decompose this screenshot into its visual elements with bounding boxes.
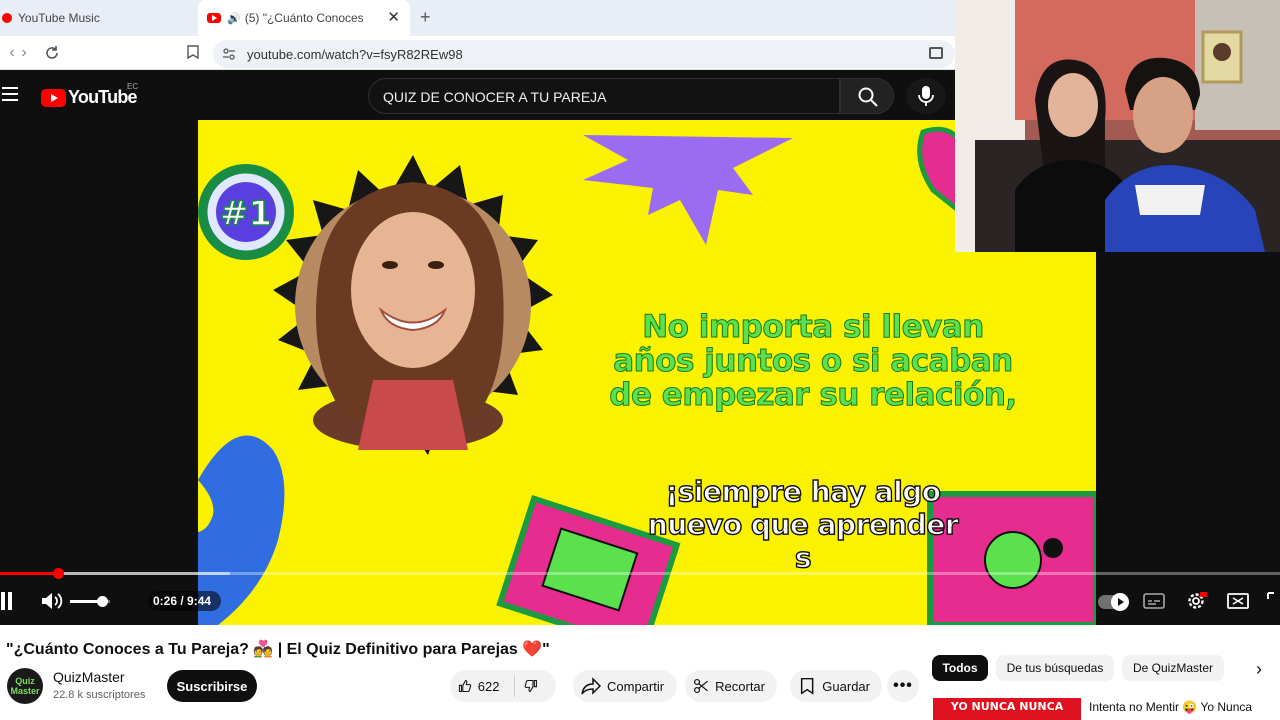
share-button[interactable]: Compartir [573, 670, 677, 702]
thumbnail-text: YO NUNCA NUNCA [950, 700, 1064, 713]
save-bookmark-icon [800, 677, 814, 695]
like-divider [513, 675, 515, 697]
like-icon[interactable] [458, 676, 472, 696]
tab-title: (5) "¿Cuánto Conoces a Tu Pa [244, 11, 363, 25]
chip-todos[interactable]: Todos [932, 655, 988, 681]
search-input[interactable]: QUIZ DE CONOCER A TU PAREJA [368, 78, 840, 114]
tab-title: YouTube Music [18, 11, 100, 25]
like-dislike-group: 622 [450, 670, 556, 702]
badge-number: #1 [220, 194, 272, 234]
youtube-music-icon [2, 13, 12, 23]
dislike-icon[interactable] [524, 676, 538, 696]
autoplay-toggle[interactable] [1098, 593, 1129, 611]
video-caption-main: No importa si llevan años juntos o si ac… [609, 309, 1018, 413]
channel-name[interactable]: QuizMaster [53, 669, 125, 685]
tab-youtube-music[interactable]: YouTube Music [0, 0, 196, 36]
pause-button[interactable] [0, 592, 14, 610]
audio-playing-icon[interactable]: 🔊 [227, 12, 241, 25]
miniplayer-icon[interactable] [1227, 591, 1249, 611]
volume-handle[interactable] [97, 596, 108, 607]
tab-current-video[interactable]: 🔊 (5) "¿Cuánto Conoces a Tu Pa ✕ [198, 0, 410, 36]
scissors-icon [694, 678, 708, 694]
address-bar[interactable]: youtube.com/watch?v=fsyR82REw98 [213, 40, 955, 68]
more-actions-button[interactable]: ••• [887, 670, 919, 702]
url-text: youtube.com/watch?v=fsyR82REw98 [247, 47, 463, 62]
chip-de-quizmaster[interactable]: De QuizMaster [1122, 655, 1224, 681]
settings-gear-icon[interactable] [1185, 591, 1207, 611]
youtube-logo[interactable]: YouTube EC [41, 82, 138, 108]
menu-icon[interactable] [2, 87, 18, 101]
scrubber-handle[interactable] [52, 568, 64, 579]
cast-icon[interactable] [929, 47, 943, 59]
subscribe-button[interactable]: Suscribirse [167, 670, 257, 702]
search-button[interactable] [840, 78, 894, 114]
channel-avatar[interactable]: Quiz Master [7, 668, 43, 704]
volume-icon[interactable] [40, 591, 64, 611]
video-caption-sub: ¡siempre hay algo nuevo que aprender s [647, 474, 959, 574]
subscriber-count: 22.8 k suscriptores [53, 689, 146, 701]
time-display: 0:26 / 9:44 [148, 591, 222, 611]
voice-search-button[interactable] [906, 78, 946, 114]
recommended-video-thumbnail[interactable]: YO NUNCA NUNCA [933, 698, 1081, 720]
video-title: "¿Cuánto Conoces a Tu Pareja? 💑 | El Qui… [6, 641, 550, 658]
search-icon [858, 87, 878, 107]
clip-label: Recortar [715, 678, 765, 694]
chevron-right-icon[interactable]: › [1256, 659, 1262, 680]
subtitles-icon[interactable] [1143, 591, 1165, 611]
youtube-favicon-icon [207, 13, 221, 23]
like-count[interactable]: 622 [478, 679, 500, 694]
played-bar [0, 572, 58, 575]
save-button[interactable]: Guardar [790, 670, 882, 702]
clip-button[interactable]: Recortar [685, 670, 777, 702]
new-tab-button[interactable]: + [420, 8, 431, 26]
search-query: QUIZ DE CONOCER A TU PAREJA [383, 89, 607, 105]
fullscreen-icon[interactable] [1266, 591, 1280, 611]
recommended-video-title[interactable]: Intenta no Mentir 😜 Yo Nunca [1089, 700, 1252, 714]
country-code: EC [127, 82, 139, 91]
youtube-play-icon [41, 88, 66, 107]
webcam-feed [955, 0, 1280, 252]
video-progress-bar[interactable] [0, 568, 1280, 579]
youtube-header: YouTube EC QUIZ DE CONOCER A TU PAREJA [0, 70, 955, 120]
browser-toolbar: ‹ › youtube.com/watch?v=fsyR82REw98 [0, 36, 955, 70]
webcam-overlay [955, 0, 1280, 252]
bookmark-icon[interactable] [187, 45, 199, 59]
forward-icon[interactable]: › [14, 43, 34, 63]
site-info-icon[interactable] [221, 46, 237, 62]
volume-slider[interactable] [70, 596, 110, 607]
microphone-icon [918, 86, 934, 106]
reload-icon[interactable] [42, 45, 62, 61]
autoplay-icon [1111, 593, 1129, 611]
share-label: Compartir [607, 678, 665, 694]
chip-de-tus-busquedas[interactable]: De tus búsquedas [996, 655, 1114, 681]
player-controls: 0:26 / 9:44 [0, 585, 1280, 617]
share-icon [581, 677, 601, 695]
browser-tab-bar: YouTube Music 🔊 (5) "¿Cuánto Conoces a T… [0, 0, 955, 36]
save-label: Guardar [822, 678, 870, 694]
close-tab-icon[interactable]: ✕ [387, 10, 400, 26]
